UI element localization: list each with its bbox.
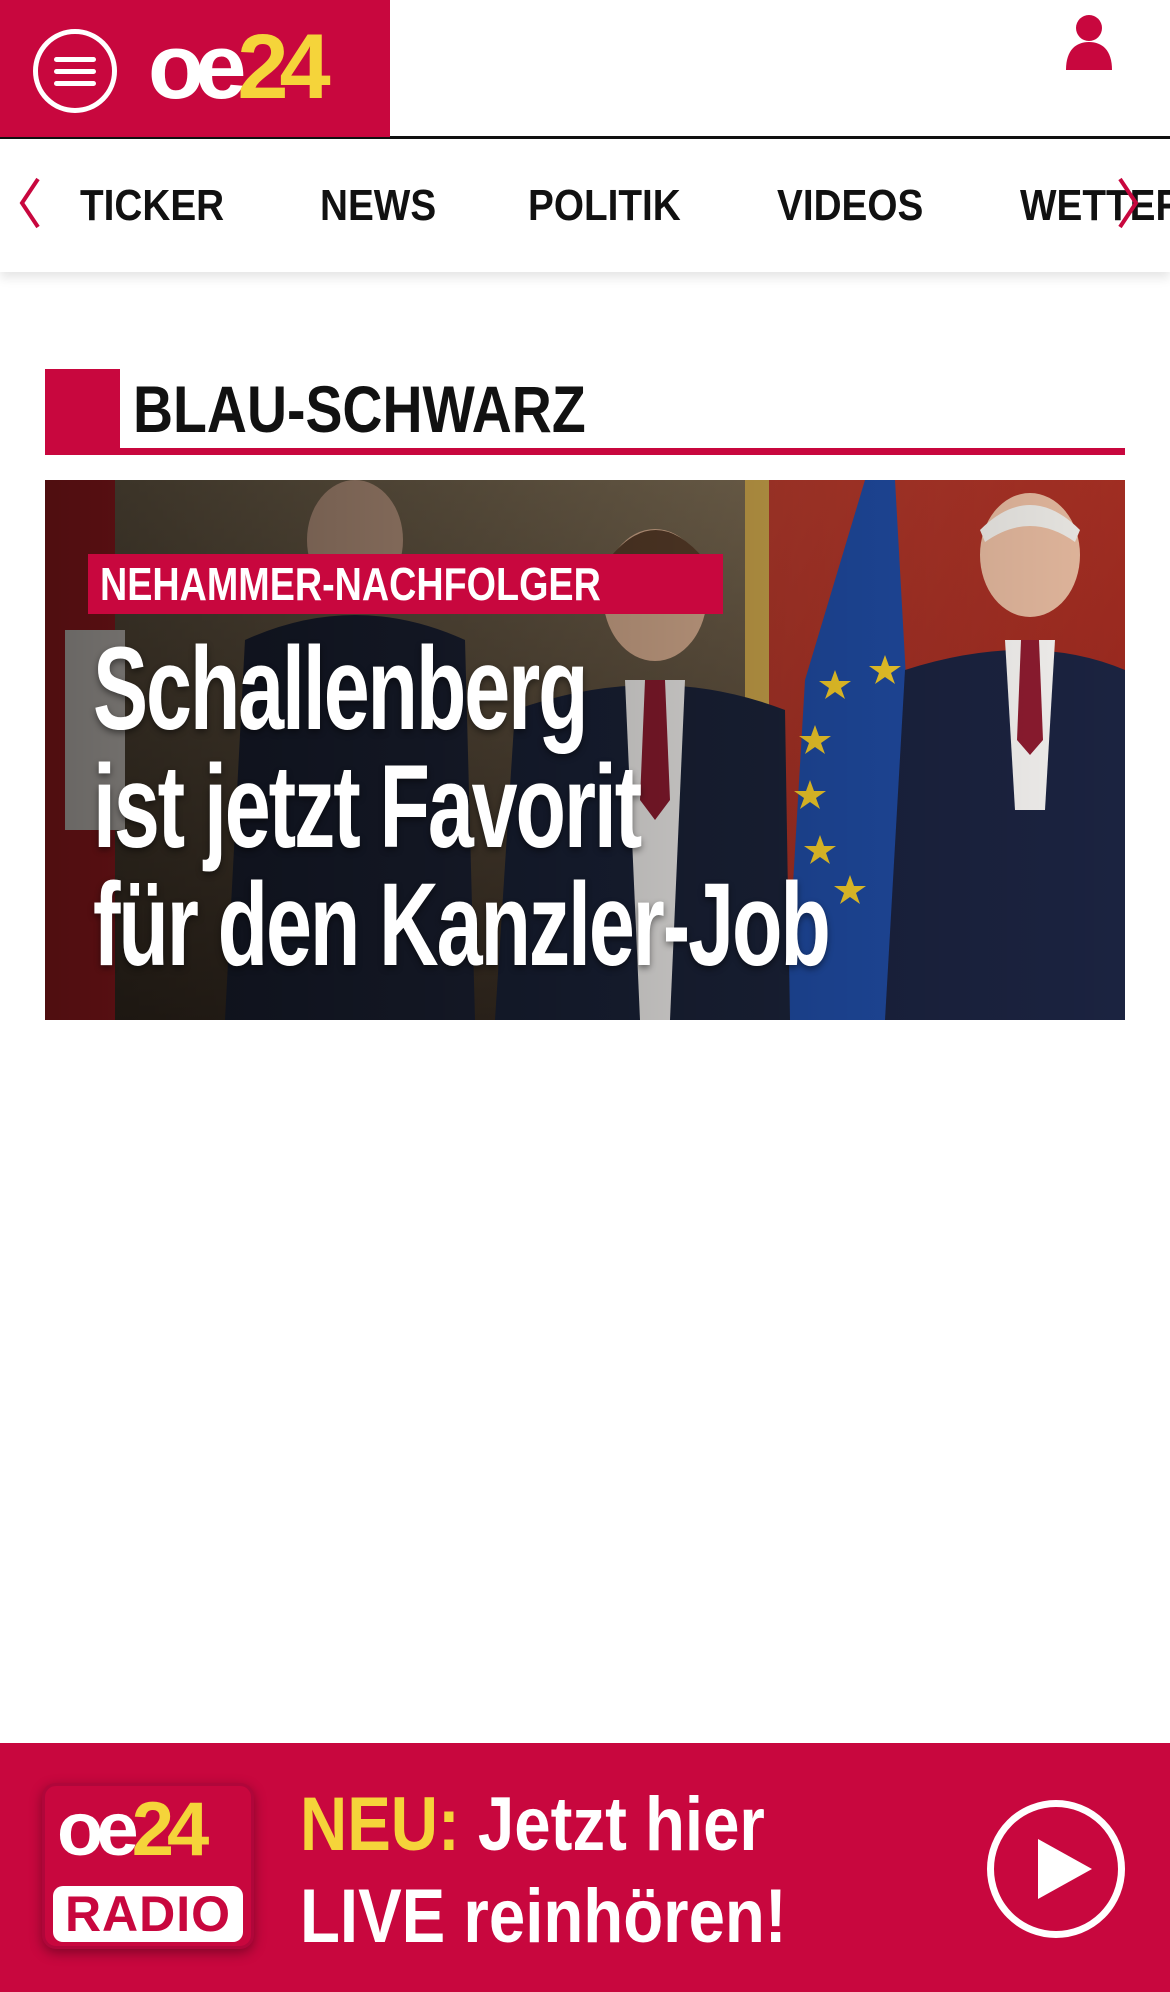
user-icon[interactable]: [1064, 14, 1114, 70]
nav-item-videos[interactable]: VIDEOS: [777, 181, 923, 231]
hero-article-teaser[interactable]: NEHAMMER-NACHFOLGER Schallenberg ist jet…: [45, 480, 1125, 1020]
radio-logo-24: 24: [131, 1787, 210, 1872]
radio-logo: oe24 RADIO: [42, 1783, 254, 1949]
hero-kicker: NEHAMMER-NACHFOLGER: [88, 554, 723, 614]
hero-kicker-text: NEHAMMER-NACHFOLGER: [100, 558, 601, 610]
nav-item-politik[interactable]: POLITIK: [528, 181, 681, 231]
site-header: oe24: [0, 0, 1170, 139]
logo-oe: oe: [148, 16, 246, 118]
section-title[interactable]: BLAU-SCHWARZ: [133, 371, 586, 447]
hero-headline-line-2: ist jetzt Favorit: [93, 741, 642, 873]
radio-promo-line-1-rest: Jetzt hier: [459, 1782, 765, 1867]
radio-logo-brand: oe24: [57, 1787, 210, 1872]
nav-item-wetter[interactable]: WETTER: [1020, 181, 1170, 231]
hero-headline: Schallenberg ist jetzt Favorit für den K…: [93, 630, 993, 984]
radio-promo-text: NEU: Jetzt hier LIVE reinhören!: [300, 1779, 866, 1963]
section-underline: [45, 448, 1125, 455]
radio-promo-line-1: NEU: Jetzt hier: [300, 1779, 787, 1871]
site-logo[interactable]: oe24: [148, 21, 331, 113]
radio-banner[interactable]: oe24 RADIO NEU: Jetzt hier LIVE reinhöre…: [0, 1743, 1170, 1992]
hero-headline-line-1: Schallenberg: [93, 623, 589, 755]
play-triangle: [1038, 1839, 1092, 1899]
nav-item-news[interactable]: NEWS: [320, 181, 436, 231]
section-header: BLAU-SCHWARZ: [45, 369, 1125, 455]
category-nav: TICKER NEWS POLITIK VIDEOS WETTER: [0, 139, 1170, 272]
chevron-right-icon[interactable]: [1114, 173, 1144, 233]
section-accent-block: [45, 369, 120, 455]
radio-logo-label: RADIO: [53, 1886, 243, 1942]
chevron-left-icon[interactable]: [14, 173, 44, 233]
logo-block: oe24: [0, 0, 390, 137]
radio-promo-line-2: LIVE reinhören!: [300, 1874, 787, 1959]
hero-headline-line-3: für den Kanzler-Job: [93, 859, 831, 991]
radio-promo-new: NEU:: [300, 1782, 460, 1867]
play-icon[interactable]: [987, 1800, 1125, 1938]
logo-24: 24: [237, 16, 330, 118]
nav-item-ticker[interactable]: TICKER: [80, 181, 224, 231]
nav-items: TICKER NEWS POLITIK VIDEOS WETTER: [80, 139, 1170, 272]
radio-logo-oe: oe: [57, 1787, 139, 1872]
hamburger-menu-icon[interactable]: [33, 29, 117, 113]
